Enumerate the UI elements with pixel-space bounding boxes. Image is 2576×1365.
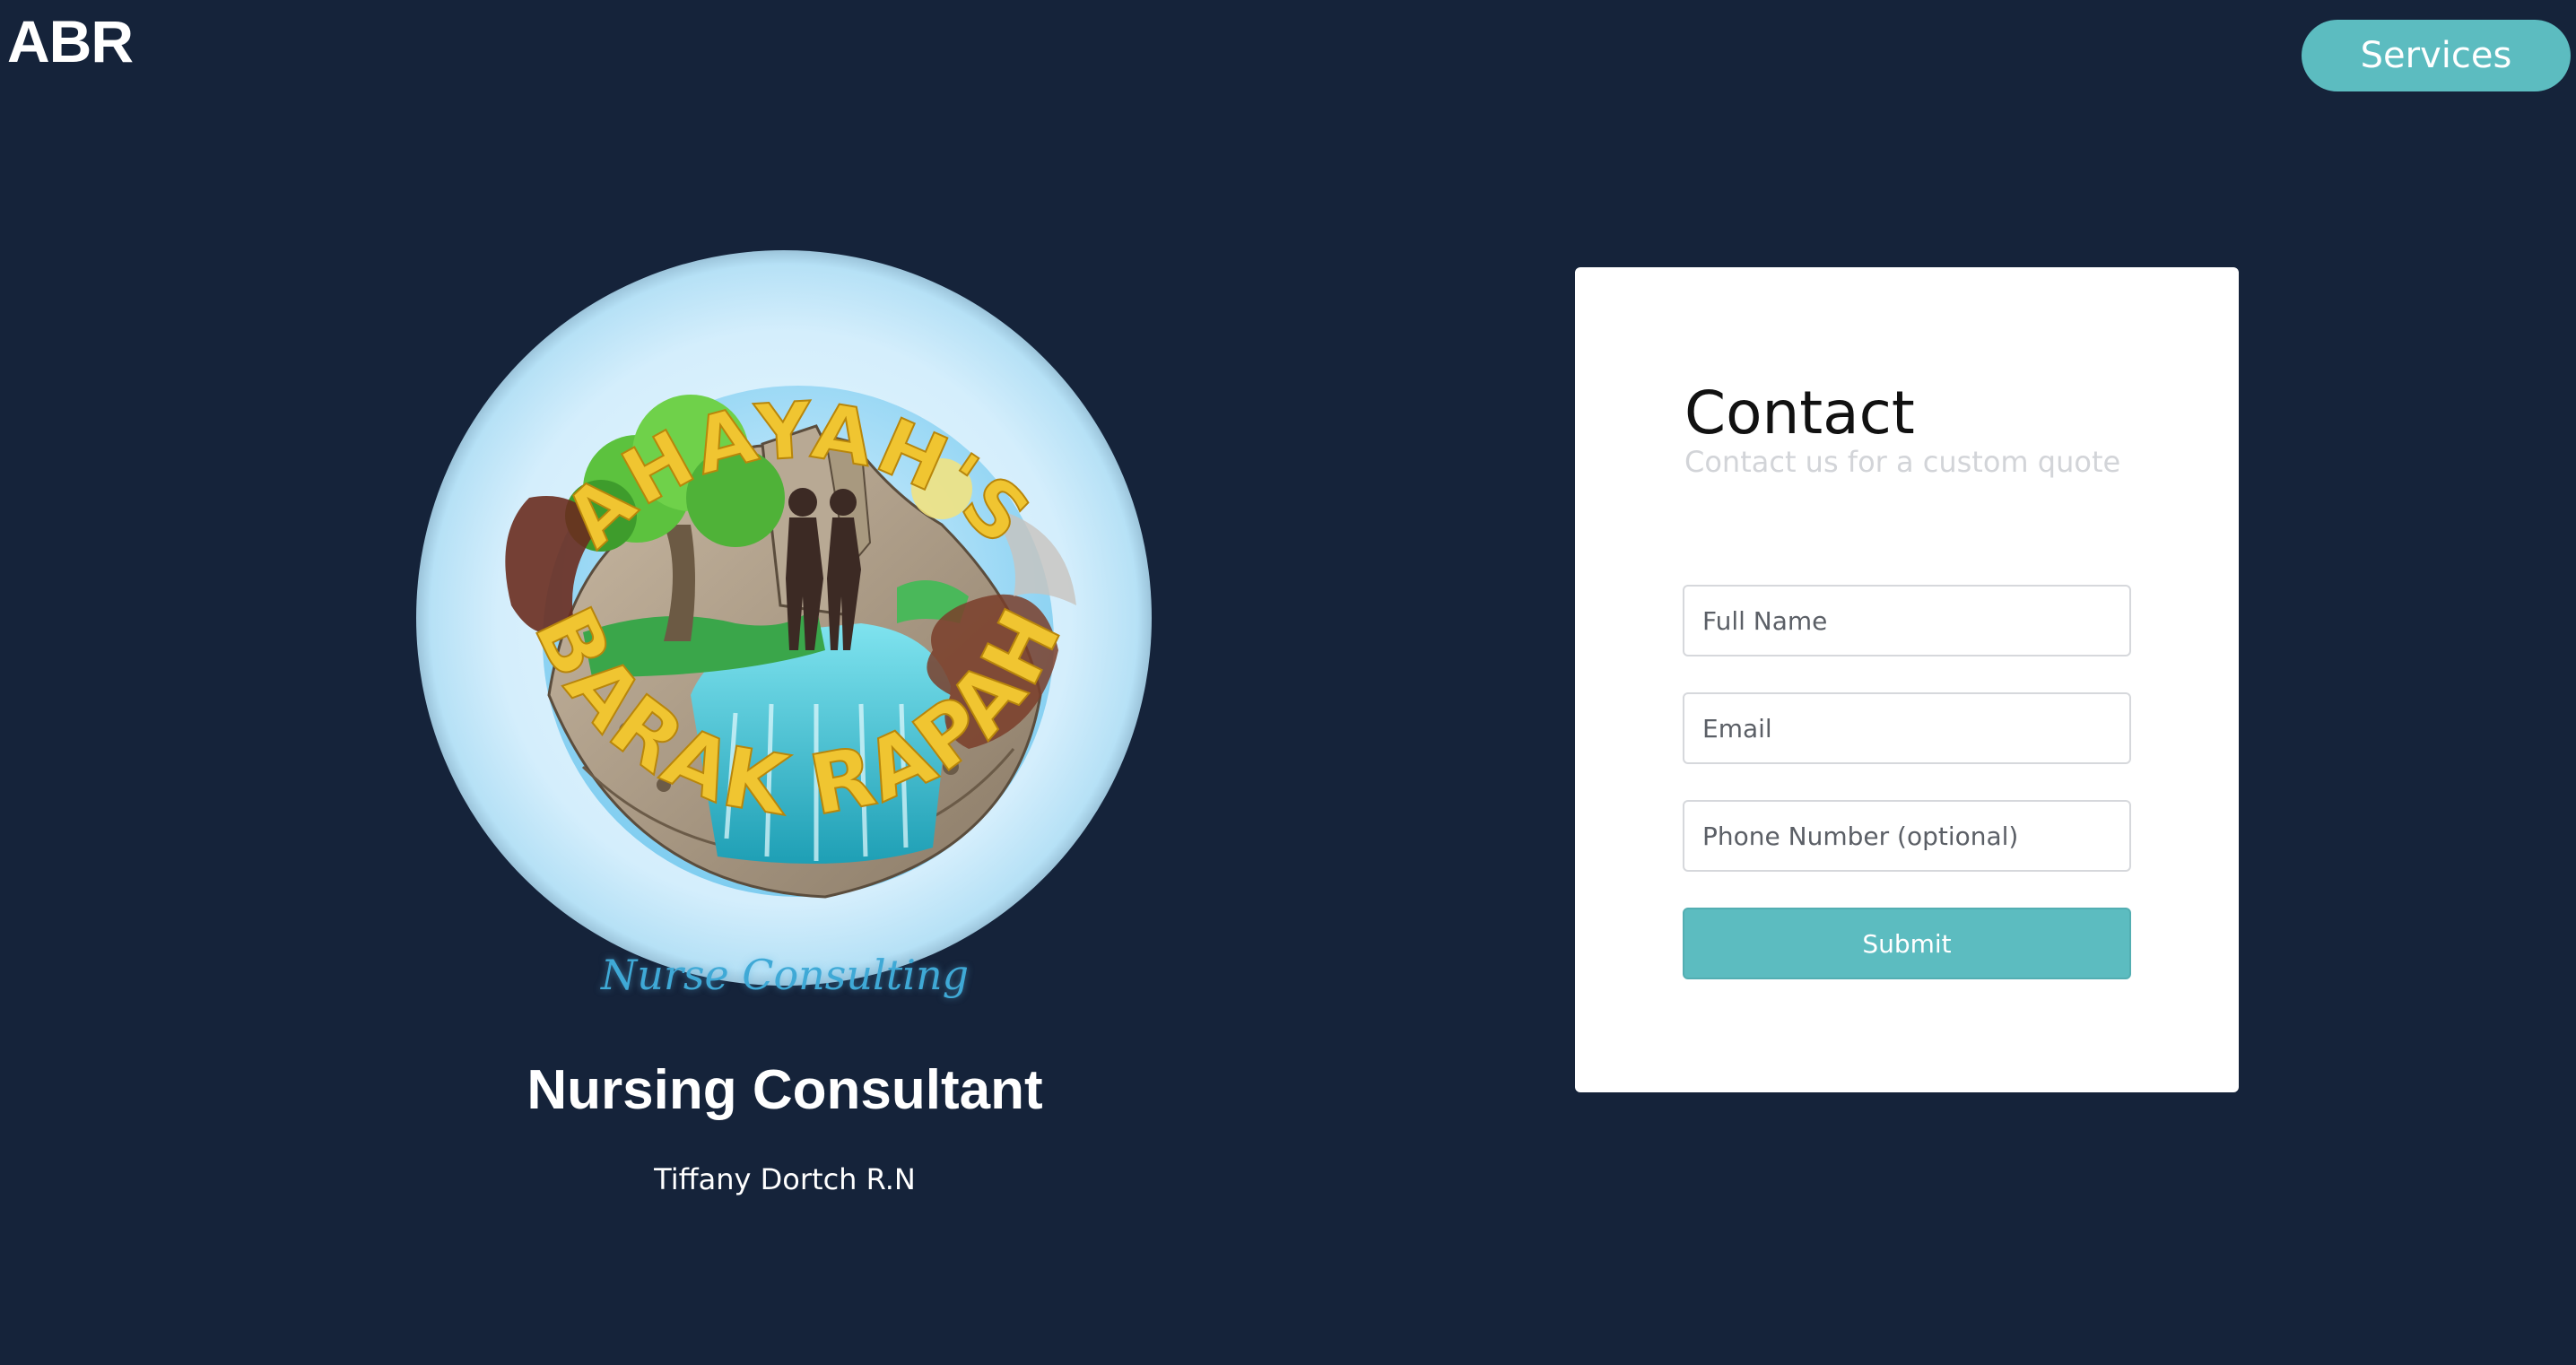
hero-subtitle: Tiffany Dortch R.N	[654, 1162, 916, 1196]
submit-button[interactable]: Submit	[1683, 908, 2131, 979]
phone-input[interactable]	[1683, 800, 2131, 872]
contact-subtitle: Contact us for a custom quote	[1684, 445, 2121, 479]
contact-card: Contact Contact us for a custom quote Su…	[1575, 267, 2239, 1092]
services-button[interactable]: Services	[2302, 20, 2571, 91]
logo-artwork: AHAYAH'S BARAK RAPAH	[505, 385, 1079, 899]
contact-title: Contact	[1684, 378, 1915, 448]
full-name-input[interactable]	[1683, 585, 2131, 656]
email-input[interactable]	[1683, 692, 2131, 764]
hero-title: Nursing Consultant	[527, 1059, 1043, 1121]
logo-tagline: Nurse Consulting	[600, 951, 970, 999]
brand-logo-text[interactable]: ABR	[7, 7, 134, 75]
globe-logo-icon: AHAYAH'S BARAK RAPAH	[395, 229, 1202, 1036]
